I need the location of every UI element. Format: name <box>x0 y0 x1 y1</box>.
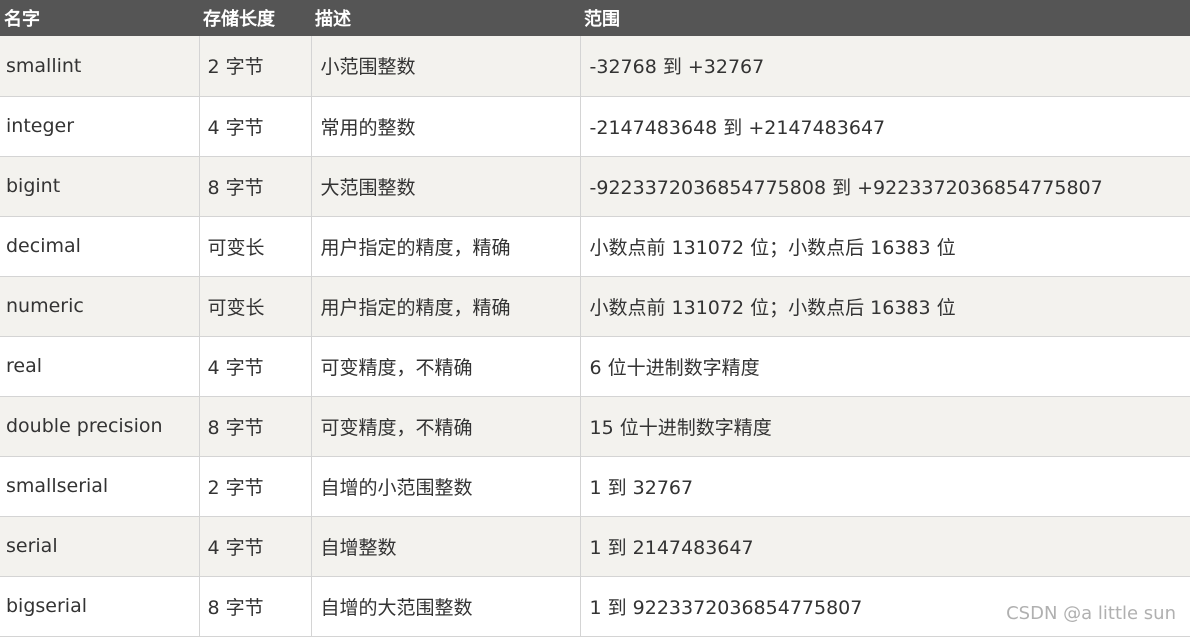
cell-range: 小数点前 131072 位；小数点后 16383 位 <box>580 216 1190 277</box>
cell-type-name: smallserial <box>0 456 200 517</box>
cell-type-name: real <box>0 336 200 397</box>
cell-type-name: double precision <box>0 396 200 457</box>
header-description: 描述 <box>315 9 351 30</box>
cell-range: 15 位十进制数字精度 <box>580 396 1190 457</box>
table-row: numeric 可变长 用户指定的精度，精确 小数点前 131072 位；小数点… <box>0 276 1190 337</box>
cell-storage-size: 4 字节 <box>199 516 312 577</box>
cell-storage-size: 4 字节 <box>199 336 312 397</box>
cell-type-name: decimal <box>0 216 200 277</box>
cell-storage-size: 8 字节 <box>199 396 312 457</box>
table-row: double precision 8 字节 可变精度，不精确 15 位十进制数字… <box>0 396 1190 457</box>
cell-description: 自增整数 <box>311 516 581 577</box>
cell-type-name: numeric <box>0 276 200 337</box>
cell-range: 6 位十进制数字精度 <box>580 336 1190 397</box>
data-type-table: 名字 存储长度 描述 范围 smallint 2 字节 小范围整数 -32768… <box>0 0 1190 637</box>
cell-type-name: serial <box>0 516 200 577</box>
cell-range: 小数点前 131072 位；小数点后 16383 位 <box>580 276 1190 337</box>
cell-description: 用户指定的精度，精确 <box>311 216 581 277</box>
table-row: bigint 8 字节 大范围整数 -9223372036854775808 到… <box>0 156 1190 217</box>
cell-range: -32768 到 +32767 <box>580 36 1190 97</box>
table-row: serial 4 字节 自增整数 1 到 2147483647 <box>0 516 1190 577</box>
cell-range: 1 到 2147483647 <box>580 516 1190 577</box>
table-header: 名字 存储长度 描述 范围 <box>0 0 1190 36</box>
header-row: 名字 存储长度 描述 范围 <box>0 0 1190 36</box>
cell-range: -2147483648 到 +2147483647 <box>580 96 1190 157</box>
cell-description: 用户指定的精度，精确 <box>311 276 581 337</box>
csdn-watermark: CSDN @a little sun <box>1006 603 1176 624</box>
cell-storage-size: 可变长 <box>199 216 312 277</box>
cell-description: 大范围整数 <box>311 156 581 217</box>
cell-description: 自增的大范围整数 <box>311 576 581 637</box>
cell-type-name: bigint <box>0 156 200 217</box>
cell-description: 常用的整数 <box>311 96 581 157</box>
header-storage-size: 存储长度 <box>203 9 275 30</box>
cell-storage-size: 8 字节 <box>199 576 312 637</box>
table-row: real 4 字节 可变精度，不精确 6 位十进制数字精度 <box>0 336 1190 397</box>
cell-range: -9223372036854775808 到 +9223372036854775… <box>580 156 1190 217</box>
cell-storage-size: 8 字节 <box>199 156 312 217</box>
cell-storage-size: 2 字节 <box>199 456 312 517</box>
cell-description: 小范围整数 <box>311 36 581 97</box>
table-row: integer 4 字节 常用的整数 -2147483648 到 +214748… <box>0 96 1190 157</box>
cell-type-name: smallint <box>0 36 200 97</box>
table-body: smallint 2 字节 小范围整数 -32768 到 +32767 inte… <box>0 36 1190 637</box>
cell-type-name: integer <box>0 96 200 157</box>
table-row: decimal 可变长 用户指定的精度，精确 小数点前 131072 位；小数点… <box>0 216 1190 277</box>
cell-range: 1 到 32767 <box>580 456 1190 517</box>
cell-description: 可变精度，不精确 <box>311 396 581 457</box>
cell-storage-size: 可变长 <box>199 276 312 337</box>
cell-description: 可变精度，不精确 <box>311 336 581 397</box>
cell-description: 自增的小范围整数 <box>311 456 581 517</box>
table-row: smallint 2 字节 小范围整数 -32768 到 +32767 <box>0 36 1190 97</box>
cell-type-name: bigserial <box>0 576 200 637</box>
header-name: 名字 <box>4 9 40 30</box>
table-row: smallserial 2 字节 自增的小范围整数 1 到 32767 <box>0 456 1190 517</box>
cell-storage-size: 2 字节 <box>199 36 312 97</box>
cell-storage-size: 4 字节 <box>199 96 312 157</box>
header-range: 范围 <box>584 9 620 30</box>
